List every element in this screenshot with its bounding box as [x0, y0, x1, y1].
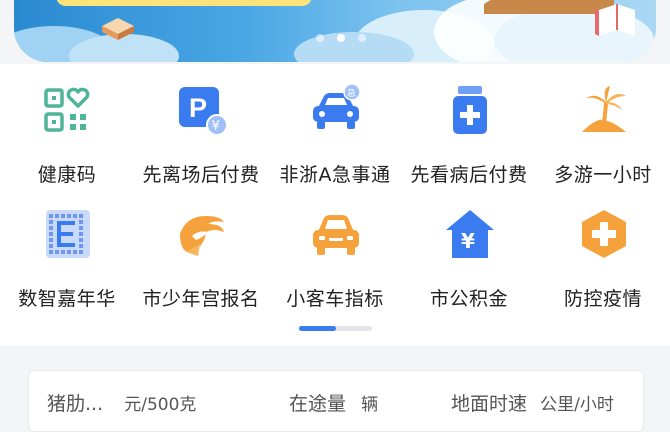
service-label: 先离场后付费 [142, 164, 260, 186]
service-health-code[interactable]: 健康码 [0, 64, 134, 186]
stat-unit: 元/500克 [124, 395, 197, 415]
service-label: 市少年宫报名 [142, 288, 260, 310]
medical-bottle-icon [453, 86, 487, 134]
digital-grid-icon [46, 210, 90, 258]
service-label: 防控疫情 [563, 288, 642, 310]
stat-ground-speed[interactable]: 地面时速 公里/小时 [451, 389, 614, 416]
city-stats-card[interactable]: 猪肋... 元/500克 在途量 辆 地面时速 公里/小时 [28, 370, 644, 432]
carousel-dot[interactable] [316, 34, 324, 42]
stat-unit: 辆 [361, 395, 379, 415]
service-label: 市公积金 [429, 288, 508, 310]
service-epidemic-control[interactable]: 防控疫情 [536, 188, 670, 310]
svg-text:¥: ¥ [212, 119, 220, 134]
youth-palace-icon [180, 216, 224, 256]
banner-carousel[interactable] [0, 0, 670, 64]
service-parking-pay[interactable]: P ¥ 先离场后付费 [134, 64, 268, 186]
svg-text:¥: ¥ [461, 229, 475, 253]
parking-pay-icon: P ¥ [179, 87, 228, 136]
stat-label: 在途量 [289, 393, 347, 415]
service-label: 数智嘉年华 [18, 288, 116, 310]
health-code-icon [44, 87, 90, 132]
carousel-dot-active[interactable] [337, 34, 345, 42]
grid-page-indicator-fill [299, 326, 336, 331]
service-label: 小客车指标 [286, 288, 384, 310]
beach-palm-icon [582, 86, 626, 132]
stat-label: 猪肋... [47, 393, 104, 415]
service-grid: 健康码 P ¥ 先离场后付费 急 非浙A急事通 先看病后付费 多游一小时 数智嘉… [0, 64, 670, 346]
epidemic-plus-icon [582, 210, 626, 258]
service-housing-fund[interactable]: ¥ 市公积金 [402, 188, 536, 310]
grid-page-indicator [299, 326, 372, 331]
housing-fund-icon: ¥ [446, 210, 494, 258]
banner-image[interactable] [14, 0, 656, 62]
service-urgent-car[interactable]: 急 非浙A急事通 [268, 64, 402, 186]
service-label: 多游一小时 [554, 164, 652, 186]
stat-transit-volume[interactable]: 在途量 辆 [289, 389, 378, 416]
carousel-indicator [316, 34, 366, 42]
service-label: 非浙A急事通 [279, 164, 391, 186]
stat-label: 地面时速 [451, 393, 528, 415]
svg-text:P: P [189, 93, 207, 123]
service-digital-carnival[interactable]: 数智嘉年华 [0, 188, 134, 310]
service-label: 健康码 [37, 164, 97, 186]
carousel-dot[interactable] [358, 34, 366, 42]
stat-pork-price[interactable]: 猪肋... 元/500克 [47, 389, 196, 416]
passenger-car-icon [313, 215, 359, 255]
service-label: 先看病后付费 [410, 164, 528, 186]
service-medical-pay[interactable]: 先看病后付费 [402, 64, 536, 186]
car-urgent-icon: 急 [313, 84, 361, 129]
svg-text:急: 急 [347, 87, 356, 99]
service-youth-palace[interactable]: 市少年宫报名 [134, 188, 268, 310]
stat-unit: 公里/小时 [540, 395, 614, 415]
service-travel-hour[interactable]: 多游一小时 [536, 64, 670, 186]
service-car-quota[interactable]: 小客车指标 [268, 188, 402, 310]
